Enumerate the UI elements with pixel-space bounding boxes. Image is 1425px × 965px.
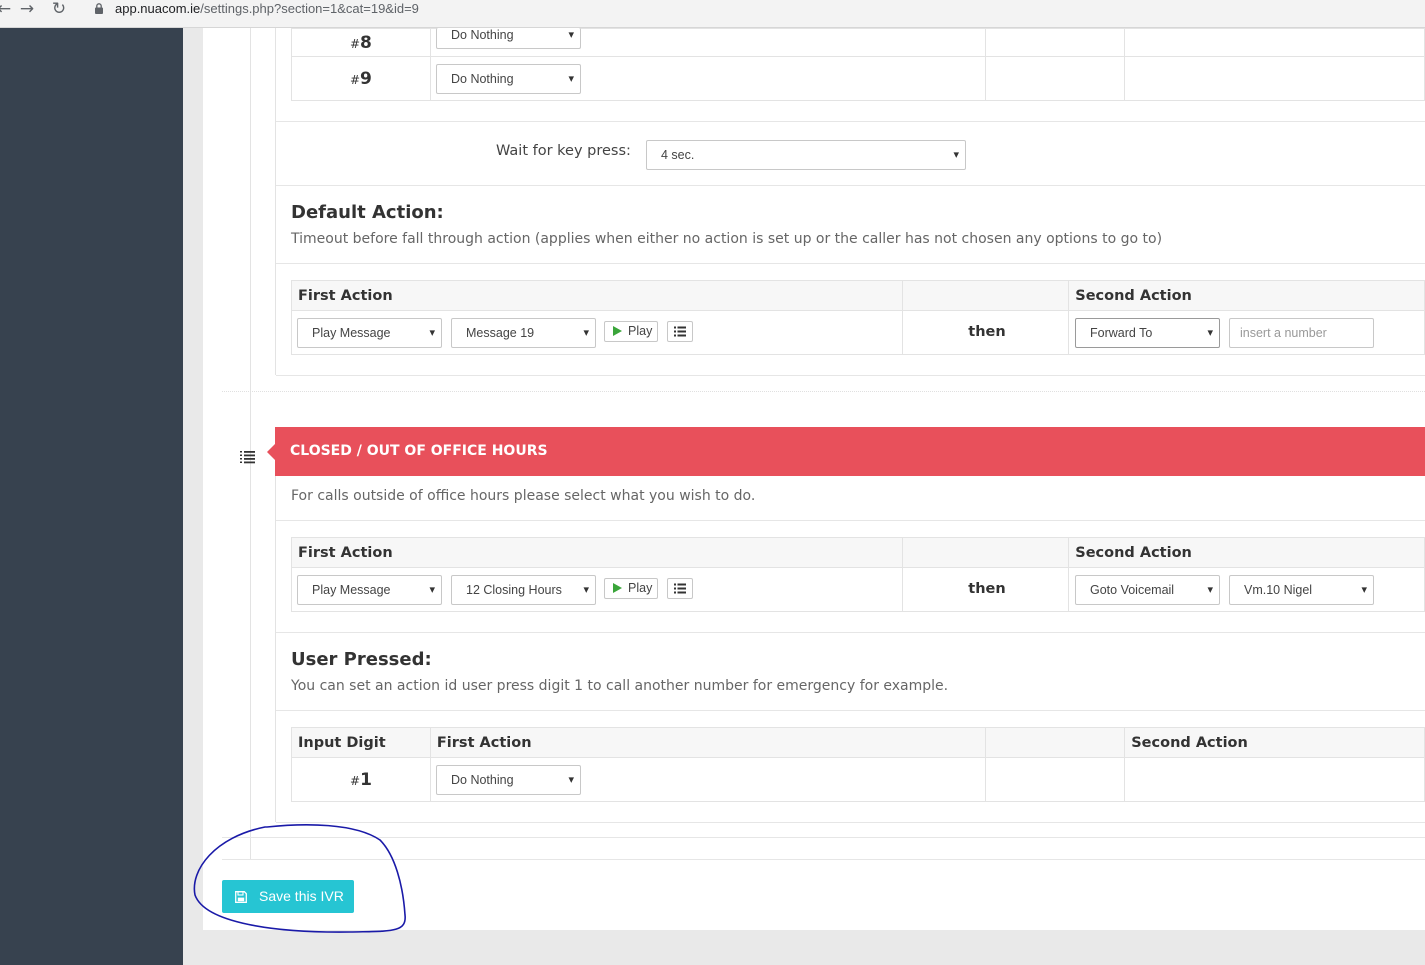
first-action-header: First Action [290,537,904,568]
empty-header [902,537,1070,568]
empty-cell [985,56,1126,101]
closed-message-select[interactable]: 12 Closing Hours [451,575,596,605]
card-border-open [275,28,276,375]
table-header-row: First Action Second Action [290,280,1425,311]
default-second-action-select[interactable]: Forward To [1075,318,1220,348]
second-action-cell [1124,56,1425,101]
card-border-closed [275,476,276,822]
closed-first-action-select[interactable]: Play Message [297,575,442,605]
default-play-button[interactable]: Play [604,321,658,342]
digit-cell: #8 [291,28,431,57]
digit-cell: #1 [291,757,431,802]
divider [222,837,1425,838]
reload-icon[interactable]: ↻ [49,0,69,20]
second-action-cell [1124,28,1425,57]
digit-8-action-select[interactable]: Do Nothing [436,28,581,49]
forward-arrow-icon[interactable]: → [17,0,37,20]
table-header-row: Input Digit First Action Second Action [291,727,1425,758]
play-icon [613,583,622,593]
divider [276,121,1425,122]
closed-play-button[interactable]: Play [604,578,658,599]
closed-hours-banner: CLOSED / OUT OF OFFICE HOURS [267,427,1425,476]
first-action-header: First Action [429,727,987,758]
divider [276,185,1425,186]
digit-cell: #9 [291,56,431,101]
play-label: Play [628,324,653,338]
divider [222,859,1425,860]
table-header-row: First Action Second Action [290,537,1425,568]
url-host: app.nuacom.ie [115,1,201,16]
divider [276,263,1425,264]
reorder-icon[interactable] [240,450,256,464]
input-digit-header: Input Digit [291,727,431,758]
play-label: Play [628,581,653,595]
forward-number-input[interactable]: insert a number [1229,318,1374,348]
default-first-action-select[interactable]: Play Message [297,318,442,348]
browser-address-bar: ← → ↻ app.nuacom.ie/settings.php?section… [0,0,1425,28]
second-action-header: Second Action [1124,727,1425,758]
divider [276,822,1425,823]
empty-header [902,280,1070,311]
closed-list-button[interactable] [667,578,693,599]
user-pressed-title: User Pressed: [291,649,432,670]
save-ivr-button[interactable]: Save this IVR [222,880,354,913]
closed-second-action-select[interactable]: Goto Voicemail [1075,575,1220,605]
default-action-description: Timeout before fall through action (appl… [291,231,1163,247]
user-pressed-description: You can set an action id user press digi… [291,678,949,694]
divider [276,520,1425,521]
app-sidebar [0,28,183,965]
then-label: then [968,324,1006,340]
save-ivr-label: Save this IVR [259,888,344,904]
section-separator [222,391,1425,392]
second-action-cell [1124,757,1425,802]
default-list-button[interactable] [667,321,693,342]
empty-cell [985,757,1126,802]
second-action-header: Second Action [1068,280,1425,311]
timeline-line [250,28,251,860]
first-action-header: First Action [290,280,904,311]
second-action-header: Second Action [1068,537,1425,568]
empty-header [985,727,1126,758]
default-action-title: Default Action: [291,202,444,223]
url-field[interactable]: app.nuacom.ie/settings.php?section=1&cat… [115,1,419,16]
digit-9-action-select[interactable]: Do Nothing [436,64,581,94]
divider [276,375,1425,376]
lock-icon [95,3,103,14]
play-icon [613,326,622,336]
digit-1-action-select[interactable]: Do Nothing [436,765,581,795]
list-icon [674,326,686,337]
url-path: /settings.php?section=1&cat=19&id=9 [200,1,419,16]
list-icon [674,583,686,594]
divider [276,710,1425,711]
back-arrow-icon[interactable]: ← [0,0,14,20]
closed-description: For calls outside of office hours please… [291,488,756,504]
closed-hours-title: CLOSED / OUT OF OFFICE HOURS [290,443,548,459]
default-message-select[interactable]: Message 19 [451,318,596,348]
divider [276,632,1425,633]
then-label: then [968,581,1006,597]
voicemail-select[interactable]: Vm.10 Nigel [1229,575,1374,605]
wait-key-select[interactable]: 4 sec. [646,140,966,170]
wait-key-label: Wait for key press: [496,143,631,159]
empty-cell [985,28,1126,57]
floppy-disk-icon [235,891,247,903]
